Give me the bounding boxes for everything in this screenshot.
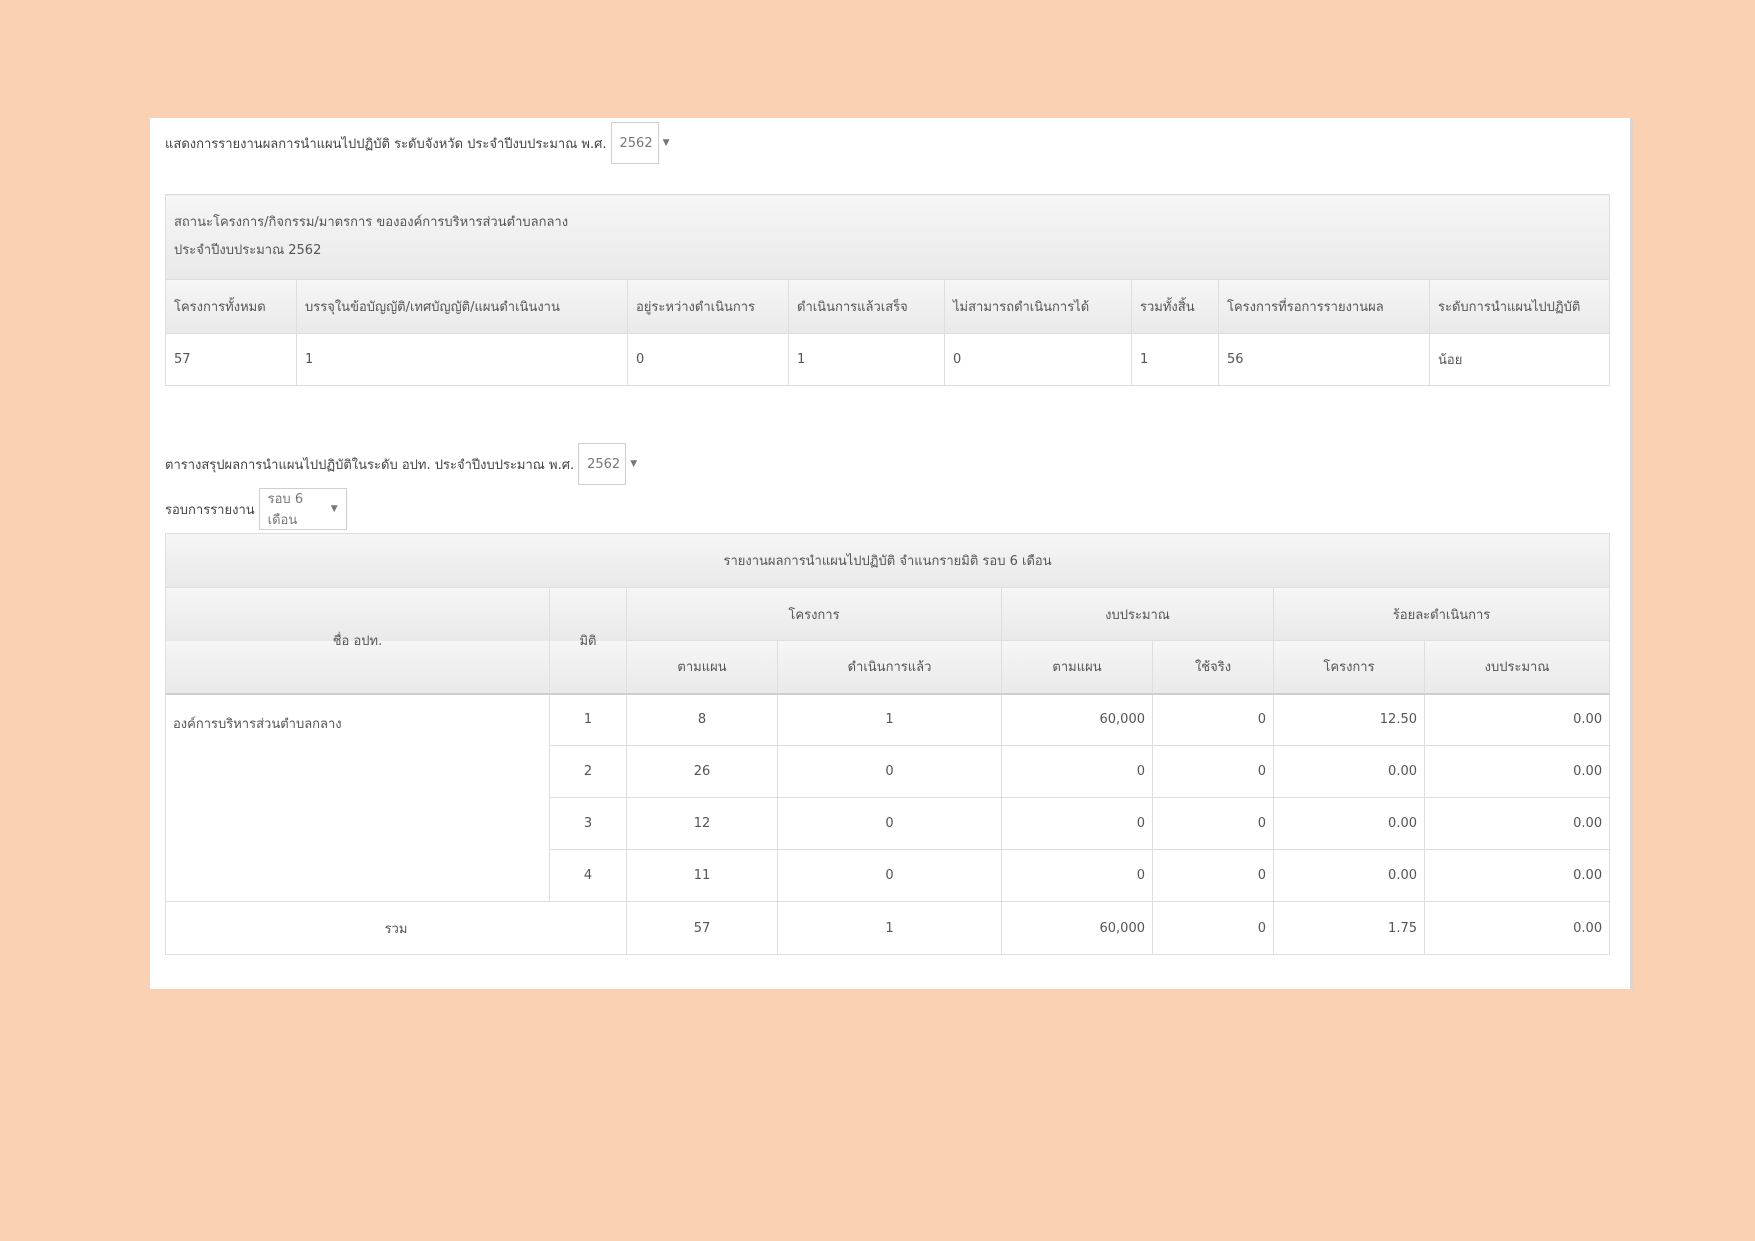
chevron-down-icon: ▼ bbox=[630, 459, 638, 469]
summary-filter: ตารางสรุปผลการนำแผนไปปฏิบัติในระดับ อปท.… bbox=[165, 443, 637, 485]
status-table: สถานะโครงการ/กิจกรรม/มาตรการ ขององค์การบ… bbox=[164, 194, 1611, 386]
round-label: รอบการรายงาน bbox=[165, 502, 255, 518]
budget-used-cell: 0 bbox=[1152, 745, 1274, 798]
chevron-down-icon: ▼ bbox=[662, 138, 670, 148]
planned-cell: 12 bbox=[626, 797, 778, 850]
round-select-value: รอบ 6 เดือน bbox=[267, 492, 304, 528]
col-completed: ดำเนินการแล้วเสร็จ bbox=[788, 279, 945, 334]
done-cell: 0 bbox=[777, 797, 1002, 850]
total-pct-project: 1.75 bbox=[1273, 901, 1425, 955]
pct-budget-cell: 0.00 bbox=[1423, 797, 1611, 850]
val-pending-report: 56 bbox=[1218, 333, 1430, 386]
col-pct-project: โครงการ bbox=[1273, 640, 1425, 695]
done-cell: 0 bbox=[777, 745, 1002, 798]
status-title-line2: ประจำปีงบประมาณ 2562 bbox=[174, 243, 322, 258]
summary-caption: รายงานผลการนำแผนไปปฏิบัติ จำแนกรายมิติ ร… bbox=[164, 533, 1611, 588]
pct-budget-cell: 0.00 bbox=[1423, 849, 1611, 902]
done-cell: 1 bbox=[777, 693, 1002, 746]
col-implementation-level: ระดับการนำแผนไปปฏิบัติ bbox=[1428, 279, 1611, 334]
budget-used-cell: 0 bbox=[1152, 849, 1274, 902]
col-dimension: มิติ bbox=[549, 587, 627, 695]
budget-plan-cell: 0 bbox=[1001, 745, 1153, 798]
pct-budget-cell: 0.00 bbox=[1423, 745, 1611, 798]
dim-cell: 1 bbox=[549, 693, 627, 746]
total-planned: 57 bbox=[626, 901, 778, 955]
planned-cell: 11 bbox=[626, 849, 778, 902]
col-project-done: ดำเนินการแล้ว bbox=[777, 640, 1002, 695]
val-grand-total: 1 bbox=[1131, 333, 1219, 386]
org-name-cell: องค์การบริหารส่วนตำบลกลาง bbox=[165, 693, 550, 902]
chevron-down-icon: ▼ bbox=[330, 504, 338, 514]
table-row: องค์การบริหารส่วนตำบลกลาง 1 8 1 60,000 0… bbox=[165, 693, 1611, 902]
done-cell: 0 bbox=[777, 849, 1002, 902]
dim-cell: 2 bbox=[549, 745, 627, 798]
province-report-filter: แสดงการรายงานผลการนำแผนไปปฏิบัติ ระดับจั… bbox=[165, 122, 670, 164]
round-select[interactable]: รอบ 6 เดือน ▼ bbox=[258, 488, 347, 530]
val-unable: 0 bbox=[944, 333, 1132, 386]
total-pct-budget: 0.00 bbox=[1423, 901, 1611, 955]
dim-cell: 4 bbox=[549, 849, 627, 902]
val-in-progress: 0 bbox=[627, 333, 789, 386]
col-unable: ไม่สามารถดำเนินการได้ bbox=[944, 279, 1132, 334]
col-org-name: ชื่อ อปท. bbox=[165, 587, 550, 695]
col-budget-planned: ตามแผน bbox=[1001, 640, 1153, 695]
col-in-regulation: บรรจุในข้อบัญญัติ/เทศบัญญัติ/แผนดำเนินงา… bbox=[296, 279, 628, 334]
col-total-projects: โครงการทั้งหมด bbox=[165, 279, 297, 334]
dim-cell: 3 bbox=[549, 797, 627, 850]
planned-cell: 26 bbox=[626, 745, 778, 798]
year-select-value: 2562 bbox=[619, 135, 653, 151]
province-report-label: แสดงการรายงานผลการนำแผนไปปฏิบัติ ระดับจั… bbox=[165, 136, 607, 152]
col-in-progress: อยู่ระหว่างดำเนินการ bbox=[627, 279, 789, 334]
total-row: รวม 57 1 60,000 0 1.75 0.00 bbox=[165, 901, 1611, 955]
summary-filter-label: ตารางสรุปผลการนำแผนไปปฏิบัติในระดับ อปท.… bbox=[165, 457, 575, 473]
group-project: โครงการ bbox=[626, 587, 1002, 641]
total-done: 1 bbox=[777, 901, 1002, 955]
pct-project-cell: 0.00 bbox=[1273, 849, 1425, 902]
group-budget: งบประมาณ bbox=[1001, 587, 1274, 641]
summary-year-select[interactable]: 2562 ▼ bbox=[578, 443, 637, 485]
val-total-projects: 57 bbox=[165, 333, 297, 386]
summary-table: รายงานผลการนำแผนไปปฏิบัติ จำแนกรายมิติ ร… bbox=[164, 533, 1611, 955]
pct-budget-cell: 0.00 bbox=[1423, 693, 1611, 746]
pct-project-cell: 12.50 bbox=[1273, 693, 1425, 746]
col-pending-report: โครงการที่รอการรายงานผล bbox=[1218, 279, 1430, 334]
report-panel: แสดงการรายงานผลการนำแผนไปปฏิบัติ ระดับจั… bbox=[150, 118, 1633, 989]
col-budget-used: ใช้จริง bbox=[1152, 640, 1274, 695]
round-filter: รอบการรายงาน รอบ 6 เดือน ▼ bbox=[165, 488, 347, 530]
budget-plan-cell: 0 bbox=[1001, 849, 1153, 902]
col-project-planned: ตามแผน bbox=[626, 640, 778, 695]
budget-used-cell: 0 bbox=[1152, 693, 1274, 746]
planned-cell: 8 bbox=[626, 693, 778, 746]
budget-plan-cell: 0 bbox=[1001, 797, 1153, 850]
budget-plan-cell: 60,000 bbox=[1001, 693, 1153, 746]
total-budget-used: 0 bbox=[1152, 901, 1274, 955]
status-table-title: สถานะโครงการ/กิจกรรม/มาตรการ ขององค์การบ… bbox=[164, 194, 1611, 280]
group-percent: ร้อยละดำเนินการ bbox=[1272, 587, 1611, 641]
total-label: รวม bbox=[165, 901, 627, 955]
val-completed: 1 bbox=[788, 333, 945, 386]
total-budget-plan: 60,000 bbox=[1001, 901, 1153, 955]
pct-project-cell: 0.00 bbox=[1273, 745, 1425, 798]
year-select[interactable]: 2562 ▼ bbox=[610, 122, 670, 164]
col-pct-budget: งบประมาณ bbox=[1423, 640, 1611, 695]
val-in-regulation: 1 bbox=[296, 333, 628, 386]
budget-used-cell: 0 bbox=[1152, 797, 1274, 850]
summary-year-value: 2562 bbox=[587, 456, 621, 472]
col-grand-total: รวมทั้งสิ้น bbox=[1131, 279, 1219, 334]
pct-project-cell: 0.00 bbox=[1273, 797, 1425, 850]
status-title-line1: สถานะโครงการ/กิจกรรม/มาตรการ ขององค์การบ… bbox=[174, 215, 569, 230]
val-implementation-level: น้อย bbox=[1428, 333, 1611, 386]
